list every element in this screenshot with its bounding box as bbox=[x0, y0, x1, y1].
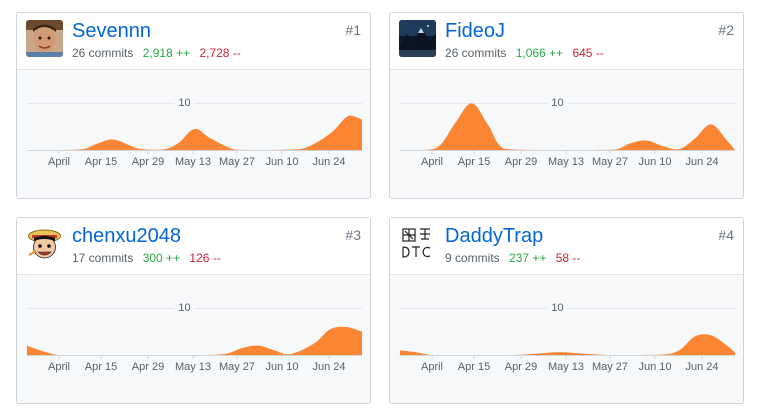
x-tick-label: May 13 bbox=[548, 156, 584, 168]
commit-area-series bbox=[27, 326, 362, 355]
commit-count[interactable]: 26 commits bbox=[445, 46, 506, 60]
card-header: chenxu2048 17 commits 300 ++ 126 -- #3 bbox=[17, 218, 370, 274]
deletions-count: 2,728 -- bbox=[199, 46, 241, 60]
contributor-rank: #1 bbox=[345, 22, 361, 38]
deletions-count: 126 -- bbox=[189, 251, 221, 265]
x-tick-label: Jun 10 bbox=[638, 361, 671, 373]
chart-svg: 10 April Apr 15 Apr 29 May 13 May 27 Jun 10 Jun… bbox=[400, 96, 735, 168]
x-tick-label: April bbox=[421, 156, 443, 168]
x-tick-label: May 27 bbox=[219, 361, 255, 373]
card-header: DaddyTrap 9 commits 237 ++ 58 -- #4 bbox=[390, 218, 743, 274]
x-tick-label: Jun 24 bbox=[312, 156, 345, 168]
x-tick-label: Jun 24 bbox=[685, 361, 718, 373]
avatar-photo-man-icon[interactable] bbox=[26, 20, 63, 57]
contributor-stats: 17 commits 300 ++ 126 -- bbox=[72, 251, 227, 265]
commit-activity-chart: 10 April Apr 15 Apr 29 May 13 May 27 Jun 10 Jun… bbox=[390, 274, 743, 403]
commit-count[interactable]: 26 commits bbox=[72, 46, 133, 60]
card-header: Sevennn 26 commits 2,918 ++ 2,728 -- #1 bbox=[17, 13, 370, 69]
x-tick-label: Jun 24 bbox=[685, 156, 718, 168]
y-tick-label: 10 bbox=[551, 302, 563, 314]
commit-area-series bbox=[27, 115, 362, 150]
x-tick-label: Jun 10 bbox=[638, 156, 671, 168]
y-tick-label: 10 bbox=[178, 97, 190, 109]
x-tick-label: Apr 29 bbox=[505, 156, 537, 168]
contributor-name-link[interactable]: chenxu2048 bbox=[72, 224, 181, 248]
x-tick-label: April bbox=[48, 361, 70, 373]
additions-count: 237 ++ bbox=[509, 251, 547, 265]
x-tick-label: Jun 10 bbox=[265, 156, 298, 168]
contributor-card: chenxu2048 17 commits 300 ++ 126 -- #3 1… bbox=[16, 217, 371, 404]
additions-count: 1,066 ++ bbox=[515, 46, 564, 60]
avatar-drawing-dtc-icon[interactable] bbox=[399, 225, 436, 262]
x-tick-label: Apr 15 bbox=[85, 156, 117, 168]
x-tick-label: May 13 bbox=[548, 361, 584, 373]
x-tick-label: Apr 15 bbox=[85, 361, 117, 373]
x-tick-label: May 13 bbox=[175, 156, 211, 168]
commit-activity-chart: 10 April Apr 15 Apr 29 May 13 May 27 Jun 10 Jun… bbox=[17, 69, 370, 198]
contributor-card: FideoJ 26 commits 1,066 ++ 645 -- #2 10 A… bbox=[389, 12, 744, 199]
card-header: FideoJ 26 commits 1,066 ++ 645 -- #2 bbox=[390, 13, 743, 69]
y-tick-label: 10 bbox=[551, 97, 563, 109]
deletions-count: 645 -- bbox=[572, 46, 604, 60]
contributor-name-link[interactable]: DaddyTrap bbox=[445, 224, 543, 248]
x-tick-label: May 27 bbox=[219, 156, 255, 168]
contributor-rank: #3 bbox=[345, 227, 361, 243]
x-tick-label: April bbox=[421, 361, 443, 373]
commit-area-series bbox=[400, 334, 735, 355]
contributor-stats: 9 commits 237 ++ 58 -- bbox=[445, 251, 586, 265]
avatar-cartoon-pirate-icon[interactable] bbox=[26, 225, 63, 262]
contributor-stats: 26 commits 2,918 ++ 2,728 -- bbox=[72, 46, 247, 60]
commit-count[interactable]: 17 commits bbox=[72, 251, 133, 265]
x-tick-label: Apr 29 bbox=[132, 361, 164, 373]
chart-svg: 10 April Apr 15 Apr 29 May 13 May 27 Jun 10 Jun… bbox=[27, 96, 362, 168]
x-tick-label: Apr 15 bbox=[458, 156, 490, 168]
x-tick-label: Apr 15 bbox=[458, 361, 490, 373]
deletions-count: 58 -- bbox=[555, 251, 581, 265]
avatar-photo-landscape-icon[interactable] bbox=[399, 20, 436, 57]
chart-svg: 10 April Apr 15 Apr 29 May 13 May 27 Jun 10 Jun… bbox=[400, 301, 735, 373]
contributor-rank: #4 bbox=[718, 227, 734, 243]
x-tick-label: May 27 bbox=[592, 361, 628, 373]
x-tick-label: May 13 bbox=[175, 361, 211, 373]
contributor-name-link[interactable]: Sevennn bbox=[72, 19, 151, 43]
contributor-name-link[interactable]: FideoJ bbox=[445, 19, 505, 43]
contributor-card: DaddyTrap 9 commits 237 ++ 58 -- #4 10 Ap… bbox=[389, 217, 744, 404]
contributor-card: Sevennn 26 commits 2,918 ++ 2,728 -- #1 … bbox=[16, 12, 371, 199]
commit-count[interactable]: 9 commits bbox=[445, 251, 500, 265]
x-tick-label: Jun 24 bbox=[312, 361, 345, 373]
x-tick-label: April bbox=[48, 156, 70, 168]
x-tick-label: Apr 29 bbox=[505, 361, 537, 373]
commit-activity-chart: 10 April Apr 15 Apr 29 May 13 May 27 Jun 10 Jun… bbox=[390, 69, 743, 198]
y-tick-label: 10 bbox=[178, 302, 190, 314]
x-tick-label: May 27 bbox=[592, 156, 628, 168]
contributor-stats: 26 commits 1,066 ++ 645 -- bbox=[445, 46, 610, 60]
additions-count: 2,918 ++ bbox=[142, 46, 191, 60]
commit-activity-chart: 10 April Apr 15 Apr 29 May 13 May 27 Jun 10 Jun… bbox=[17, 274, 370, 403]
additions-count: 300 ++ bbox=[142, 251, 181, 265]
x-tick-label: Jun 10 bbox=[265, 361, 298, 373]
contributor-rank: #2 bbox=[718, 22, 734, 38]
chart-svg: 10 April Apr 15 Apr 29 May 13 May 27 Jun 10 Jun… bbox=[27, 301, 362, 373]
x-tick-label: Apr 29 bbox=[132, 156, 164, 168]
